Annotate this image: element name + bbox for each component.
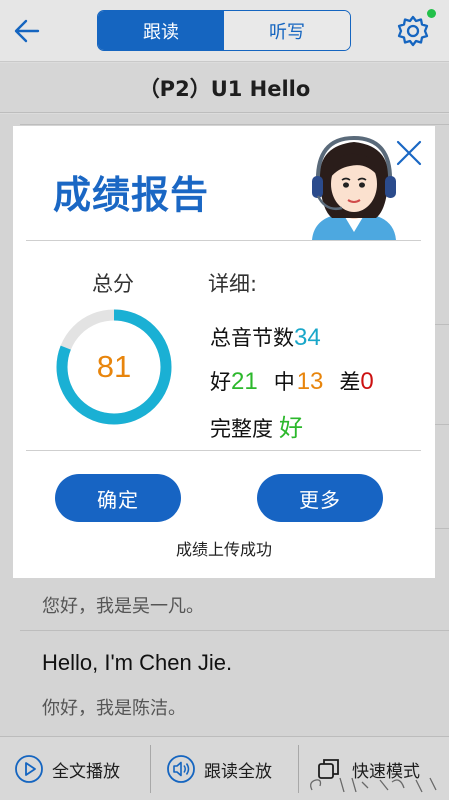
top-bar: 跟读 听写 — [0, 0, 449, 62]
sentence-translation: 你好，我是陈洁。 — [42, 698, 186, 719]
tab-dictation[interactable]: 听写 — [224, 11, 350, 50]
completeness-row: 完整度 好 — [210, 408, 303, 443]
sentence-english[interactable]: Hello, I'm Chen Jie. — [42, 650, 232, 676]
dialog-divider — [26, 450, 421, 451]
avatar-headset-girl — [312, 135, 396, 240]
back-arrow-icon[interactable] — [10, 14, 44, 48]
total-score-value: 81 — [96, 349, 132, 384]
detail-label: 详细: — [208, 272, 258, 296]
dialog-divider — [26, 240, 421, 241]
close-icon[interactable] — [394, 138, 424, 168]
toolbar-separator — [298, 745, 299, 793]
score-report-dialog: 成绩报告 总分 81 详细: 总音节数 34 好 21 中 13 差 0 完整度… — [13, 126, 435, 578]
tab-follow-read[interactable]: 跟读 — [98, 11, 224, 50]
confirm-button[interactable]: 确定 — [55, 474, 181, 522]
play-all-label: 全文播放 — [52, 761, 120, 782]
mode-segmented-control: 跟读 听写 — [97, 10, 351, 51]
notification-dot — [427, 9, 436, 18]
watermark-logo — [310, 777, 437, 793]
total-score-label: 总分 — [92, 272, 134, 296]
syllables-label: 总音节数 — [210, 326, 294, 350]
good-count: 21 — [231, 368, 258, 395]
more-button[interactable]: 更多 — [257, 474, 383, 522]
grade-breakdown-row: 好 21 中 13 差 0 — [210, 366, 374, 396]
mid-count: 13 — [296, 368, 324, 395]
sentence-translation: 您好，我是吴一凡。 — [42, 596, 204, 617]
bad-label: 差 — [339, 370, 361, 394]
gear-icon[interactable] — [396, 14, 430, 48]
upload-status-text: 成绩上传成功 — [175, 540, 272, 559]
dialog-title: 成绩报告 — [53, 173, 210, 217]
play-all-button[interactable]: 全文播放 — [14, 745, 120, 793]
mid-label: 中 — [273, 370, 295, 394]
bad-count: 0 — [360, 368, 374, 395]
row-divider — [20, 630, 449, 631]
speaker-icon — [167, 755, 195, 783]
syllables-value: 34 — [294, 324, 321, 351]
syllables-row: 总音节数 34 — [210, 322, 321, 352]
completeness-value: 好 — [279, 414, 303, 442]
completeness-label: 完整度 — [210, 417, 273, 441]
good-label: 好 — [210, 370, 231, 394]
toolbar-separator — [150, 745, 151, 793]
row-divider — [20, 124, 449, 125]
play-icon — [15, 755, 43, 783]
lesson-title: （P2）U1 Hello — [0, 63, 449, 113]
follow-all-label: 跟读全放 — [204, 761, 272, 782]
follow-all-button[interactable]: 跟读全放 — [166, 745, 272, 793]
